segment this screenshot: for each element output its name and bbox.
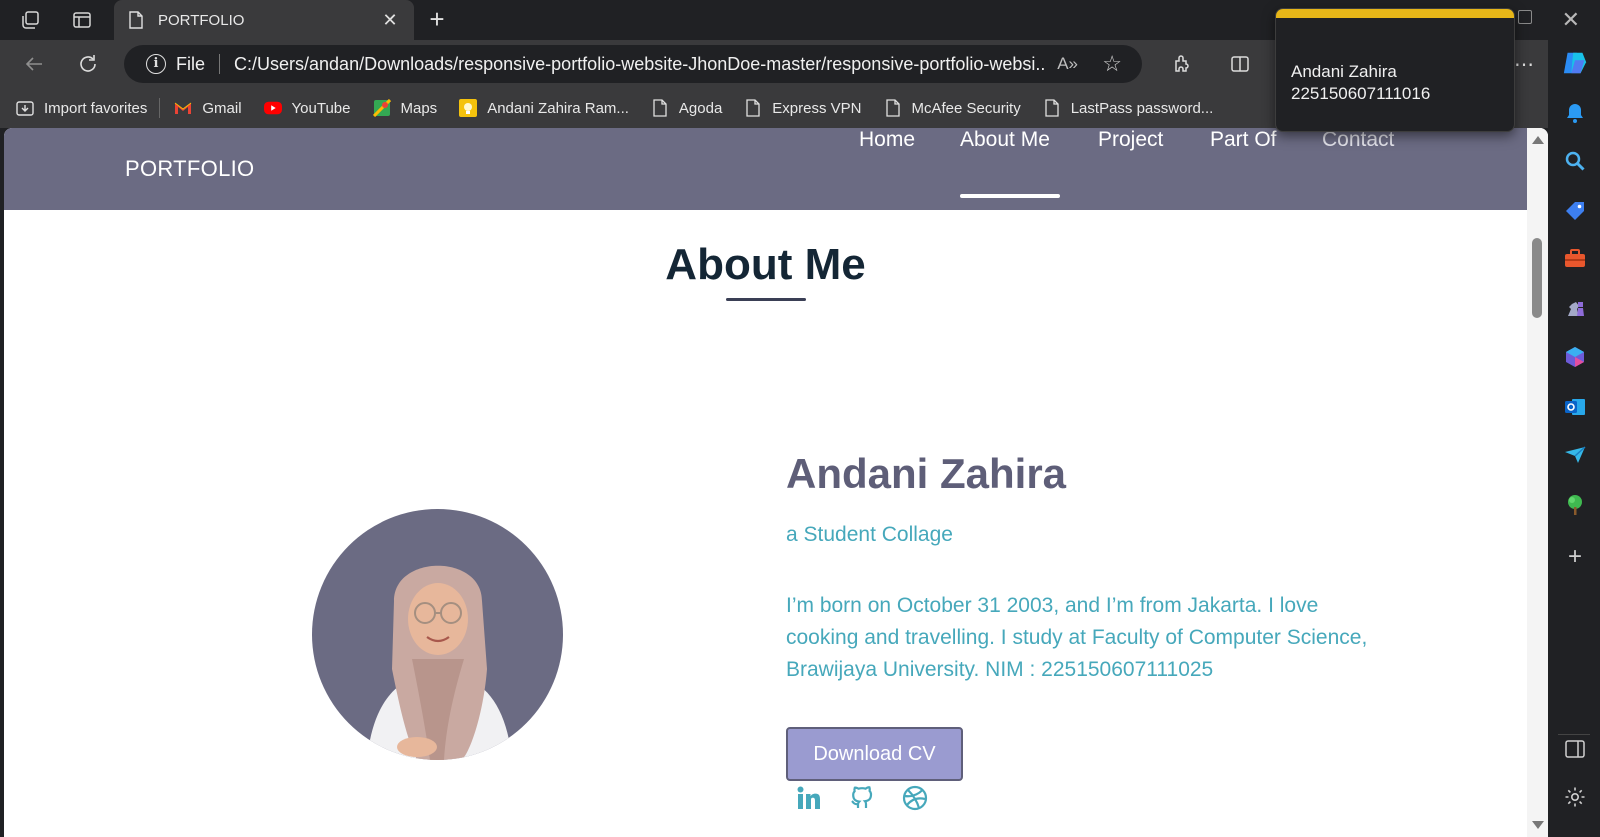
import-icon — [16, 99, 34, 117]
add-sidebar-app-icon[interactable]: + — [1562, 543, 1588, 570]
shopping-tag-icon[interactable] — [1562, 198, 1588, 224]
search-icon[interactable] — [1562, 148, 1588, 174]
profile-name: Andani Zahira — [786, 450, 1067, 497]
favorite-label: McAfee Security — [911, 99, 1021, 117]
favorite-import[interactable]: Import favorites — [16, 99, 147, 117]
favorite-gmail[interactable]: Gmail — [174, 99, 242, 117]
page-icon — [744, 99, 762, 117]
settings-gear-icon[interactable] — [1562, 784, 1588, 810]
tab-actions-icon[interactable] — [70, 8, 94, 32]
download-cv-button[interactable]: Download CV — [786, 727, 963, 781]
popup-id: 225150607111016 — [1291, 84, 1431, 103]
sidebar-divider — [1558, 734, 1590, 735]
profile-role: a Student Collage — [786, 523, 953, 546]
edge-sidebar: + — [1548, 40, 1600, 837]
nav-project[interactable]: Project — [1098, 128, 1163, 152]
back-button[interactable] — [20, 50, 48, 78]
favorite-star-icon[interactable]: ☆ — [1102, 51, 1122, 77]
active-nav-indicator — [960, 194, 1060, 198]
tree-icon[interactable] — [1562, 492, 1588, 518]
bulb-icon — [459, 99, 478, 117]
outlook-icon[interactable] — [1562, 394, 1588, 420]
page-scrollbar[interactable] — [1527, 128, 1548, 837]
favorite-label: Gmail — [202, 99, 242, 117]
read-aloud-icon[interactable]: A» — [1057, 54, 1078, 74]
favorites-divider — [159, 98, 161, 118]
favorite-andani[interactable]: Andani Zahira Ram... — [459, 99, 629, 117]
profile-photo — [312, 509, 563, 760]
favorite-mcafee[interactable]: McAfee Security — [884, 99, 1021, 117]
profile-bio: I’m born on October 31 2003, and I’m fro… — [786, 594, 1368, 681]
popup-accent-bar — [1276, 9, 1514, 18]
favorite-lastpass[interactable]: LastPass password... — [1043, 99, 1214, 117]
copilot-icon[interactable] — [1562, 50, 1588, 76]
split-screen-icon[interactable] — [1226, 50, 1254, 78]
extensions-icon[interactable] — [1168, 50, 1196, 78]
refresh-button[interactable] — [74, 50, 102, 78]
favorite-agoda[interactable]: Agoda — [651, 99, 722, 117]
favorite-youtube[interactable]: YouTube — [263, 99, 351, 117]
github-icon[interactable] — [847, 783, 877, 813]
nav-about-me[interactable]: About Me — [960, 128, 1050, 152]
new-tab-button[interactable]: + — [423, 6, 451, 34]
site-info-icon[interactable]: i — [146, 54, 166, 74]
title-underline — [726, 298, 806, 301]
favorite-label: Import favorites — [44, 99, 148, 117]
tab-title: PORTFOLIO — [158, 11, 245, 29]
favorite-label: Maps — [400, 99, 438, 117]
workspaces-icon[interactable] — [18, 8, 42, 32]
address-divider — [219, 54, 221, 74]
youtube-icon — [263, 99, 282, 117]
favorite-label: YouTube — [291, 99, 351, 117]
games-chess-icon[interactable] — [1562, 294, 1588, 320]
page-icon — [884, 99, 902, 117]
site-header: PORTFOLIO Home About Me Project Part Of … — [4, 128, 1527, 210]
close-window-icon[interactable]: ✕ — [1562, 7, 1580, 33]
page-icon — [1043, 99, 1061, 117]
site-logo[interactable]: PORTFOLIO — [125, 156, 254, 182]
section-title: About Me — [665, 240, 866, 289]
favorite-label: Agoda — [678, 99, 723, 117]
address-scheme: File — [176, 53, 206, 74]
profile-popup: Andani Zahira 225150607111016 — [1275, 8, 1515, 132]
gmail-icon — [174, 99, 192, 117]
tools-briefcase-icon[interactable] — [1562, 246, 1588, 272]
notification-bell-icon[interactable] — [1562, 100, 1588, 126]
popup-name: Andani Zahira — [1291, 62, 1397, 81]
nav-part-of[interactable]: Part Of — [1210, 128, 1277, 152]
scroll-down-arrow-icon[interactable] — [1532, 821, 1544, 829]
page-icon — [128, 11, 146, 29]
maps-icon — [372, 99, 391, 117]
restore-window-icon[interactable] — [1518, 10, 1532, 24]
dribbble-icon[interactable] — [900, 783, 930, 813]
tab-portfolio[interactable]: PORTFOLIO ✕ — [114, 0, 414, 40]
page-icon — [651, 99, 669, 117]
linkedin-icon[interactable] — [794, 783, 824, 813]
url-text[interactable]: C:/Users/andan/Downloads/responsive-port… — [234, 54, 1044, 75]
microsoft-365-icon[interactable] — [1562, 344, 1588, 370]
scroll-up-arrow-icon[interactable] — [1532, 136, 1544, 144]
favorite-express-vpn[interactable]: Express VPN — [744, 99, 862, 117]
favorite-label: Express VPN — [772, 99, 862, 117]
nav-home[interactable]: Home — [859, 128, 915, 152]
favorite-label: Andani Zahira Ram... — [487, 99, 629, 117]
hide-sidebar-icon[interactable] — [1562, 736, 1588, 762]
favorite-label: LastPass password... — [1070, 99, 1214, 117]
address-bar[interactable]: i File C:/Users/andan/Downloads/responsi… — [124, 45, 1142, 83]
close-tab-icon[interactable]: ✕ — [380, 10, 400, 30]
send-drop-icon[interactable] — [1562, 442, 1588, 468]
scroll-thumb[interactable] — [1532, 238, 1542, 318]
page-viewport: PORTFOLIO Home About Me Project Part Of … — [4, 128, 1548, 837]
favorite-maps[interactable]: Maps — [372, 99, 438, 117]
